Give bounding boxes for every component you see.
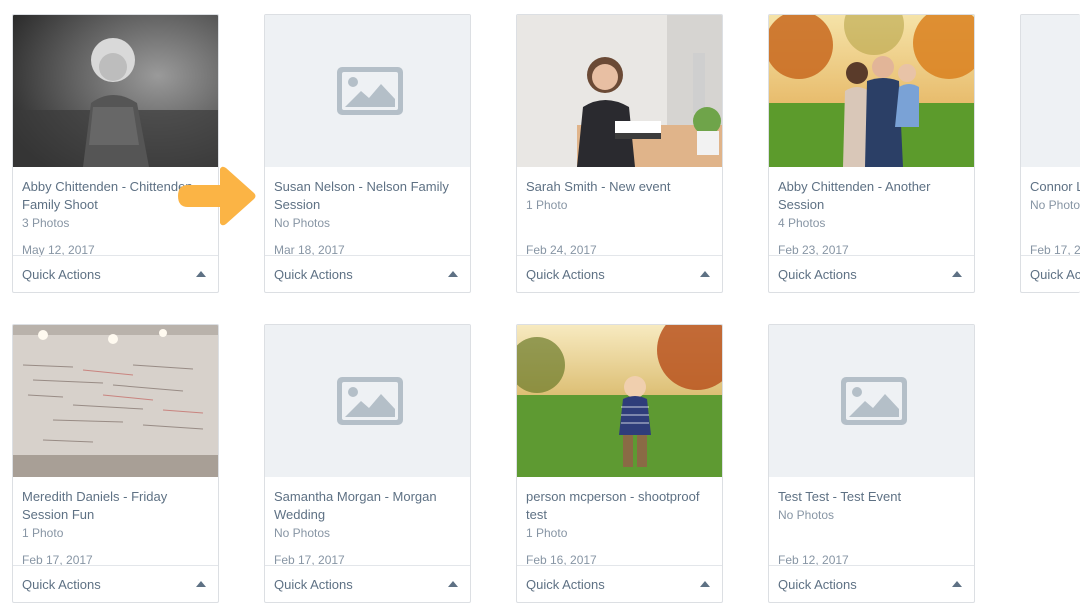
image-placeholder-icon xyxy=(841,377,907,425)
quick-actions-label: Quick Ac xyxy=(1030,266,1080,282)
caret-up-icon xyxy=(700,271,710,277)
photo-count: 4 Photos xyxy=(778,216,826,230)
gallery-card-partial[interactable]: Connor L No Photo Feb 17, 20 Quick Ac xyxy=(1020,14,1080,293)
gallery-title[interactable]: Sarah Smith - New event xyxy=(526,178,714,196)
gallery-card[interactable]: Abby Chittenden - Chittenden Family Shoo… xyxy=(12,14,219,293)
gallery-thumbnail[interactable] xyxy=(265,15,470,167)
quick-actions-button[interactable]: Quick Actions xyxy=(517,565,722,602)
quick-actions-label: Quick Actions xyxy=(526,266,605,282)
photo-count: 1 Photo xyxy=(22,526,64,540)
caret-up-icon xyxy=(952,271,962,277)
gallery-title[interactable]: Susan Nelson - Nelson Family Session xyxy=(274,178,462,214)
quick-actions-button[interactable]: Quick Actions xyxy=(265,255,470,292)
photo-count: 1 Photo xyxy=(526,198,568,212)
quick-actions-label: Quick Actions xyxy=(22,266,101,282)
quick-actions-label: Quick Actions xyxy=(274,266,353,282)
photo-count: No Photos xyxy=(274,526,331,540)
image-placeholder-icon xyxy=(337,67,403,115)
gallery-card[interactable]: Meredith Daniels - Friday Session Fun 1 … xyxy=(12,324,219,603)
gallery-thumbnail[interactable] xyxy=(517,15,722,167)
photo-count: No Photo xyxy=(1030,198,1080,212)
caret-up-icon xyxy=(448,271,458,277)
caret-up-icon xyxy=(448,581,458,587)
gallery-thumbnail[interactable] xyxy=(13,15,218,167)
gallery-card[interactable]: Abby Chittenden - Another Session 4 Phot… xyxy=(768,14,975,293)
quick-actions-button[interactable]: Quick Actions xyxy=(13,565,218,602)
gallery-card[interactable]: person mcperson - shootproof test 1 Phot… xyxy=(516,324,723,603)
gallery-card[interactable]: Samantha Morgan - Morgan Wedding No Phot… xyxy=(264,324,471,603)
gallery-title[interactable]: Meredith Daniels - Friday Session Fun xyxy=(22,488,210,524)
gallery-title[interactable]: person mcperson - shootproof test xyxy=(526,488,714,524)
quick-actions-button[interactable]: Quick Ac xyxy=(1021,255,1080,292)
quick-actions-button[interactable]: Quick Actions xyxy=(517,255,722,292)
caret-up-icon xyxy=(952,581,962,587)
caret-up-icon xyxy=(196,581,206,587)
quick-actions-button[interactable]: Quick Actions xyxy=(769,255,974,292)
quick-actions-button[interactable]: Quick Actions xyxy=(769,565,974,602)
gallery-thumbnail[interactable] xyxy=(13,325,218,477)
gallery-thumbnail[interactable] xyxy=(517,325,722,477)
image-placeholder-icon xyxy=(337,377,403,425)
gallery-thumbnail[interactable] xyxy=(769,325,974,477)
photo-count: No Photos xyxy=(274,216,331,230)
quick-actions-button[interactable]: Quick Actions xyxy=(13,255,218,292)
gallery-card[interactable]: Susan Nelson - Nelson Family Session No … xyxy=(264,14,471,293)
gallery-title[interactable]: Abby Chittenden - Another Session xyxy=(778,178,966,214)
gallery-thumbnail[interactable] xyxy=(265,325,470,477)
gallery-title[interactable]: Samantha Morgan - Morgan Wedding xyxy=(274,488,462,524)
quick-actions-label: Quick Actions xyxy=(274,576,353,592)
arrow-pointer-icon xyxy=(178,166,256,226)
gallery-card[interactable]: Sarah Smith - New event 1 Photo Feb 24, … xyxy=(516,14,723,293)
caret-up-icon xyxy=(700,581,710,587)
quick-actions-label: Quick Actions xyxy=(526,576,605,592)
photo-count: 1 Photo xyxy=(526,526,568,540)
gallery-card[interactable]: Test Test - Test Event No Photos Feb 12,… xyxy=(768,324,975,603)
quick-actions-label: Quick Actions xyxy=(778,266,857,282)
quick-actions-button[interactable]: Quick Actions xyxy=(265,565,470,602)
gallery-title[interactable]: Test Test - Test Event xyxy=(778,488,966,506)
gallery-thumbnail[interactable] xyxy=(1021,15,1080,167)
gallery-thumbnail[interactable] xyxy=(769,15,974,167)
quick-actions-label: Quick Actions xyxy=(22,576,101,592)
gallery-title[interactable]: Connor L xyxy=(1030,178,1080,196)
photo-count: No Photos xyxy=(778,508,835,522)
quick-actions-label: Quick Actions xyxy=(778,576,857,592)
caret-up-icon xyxy=(196,271,206,277)
